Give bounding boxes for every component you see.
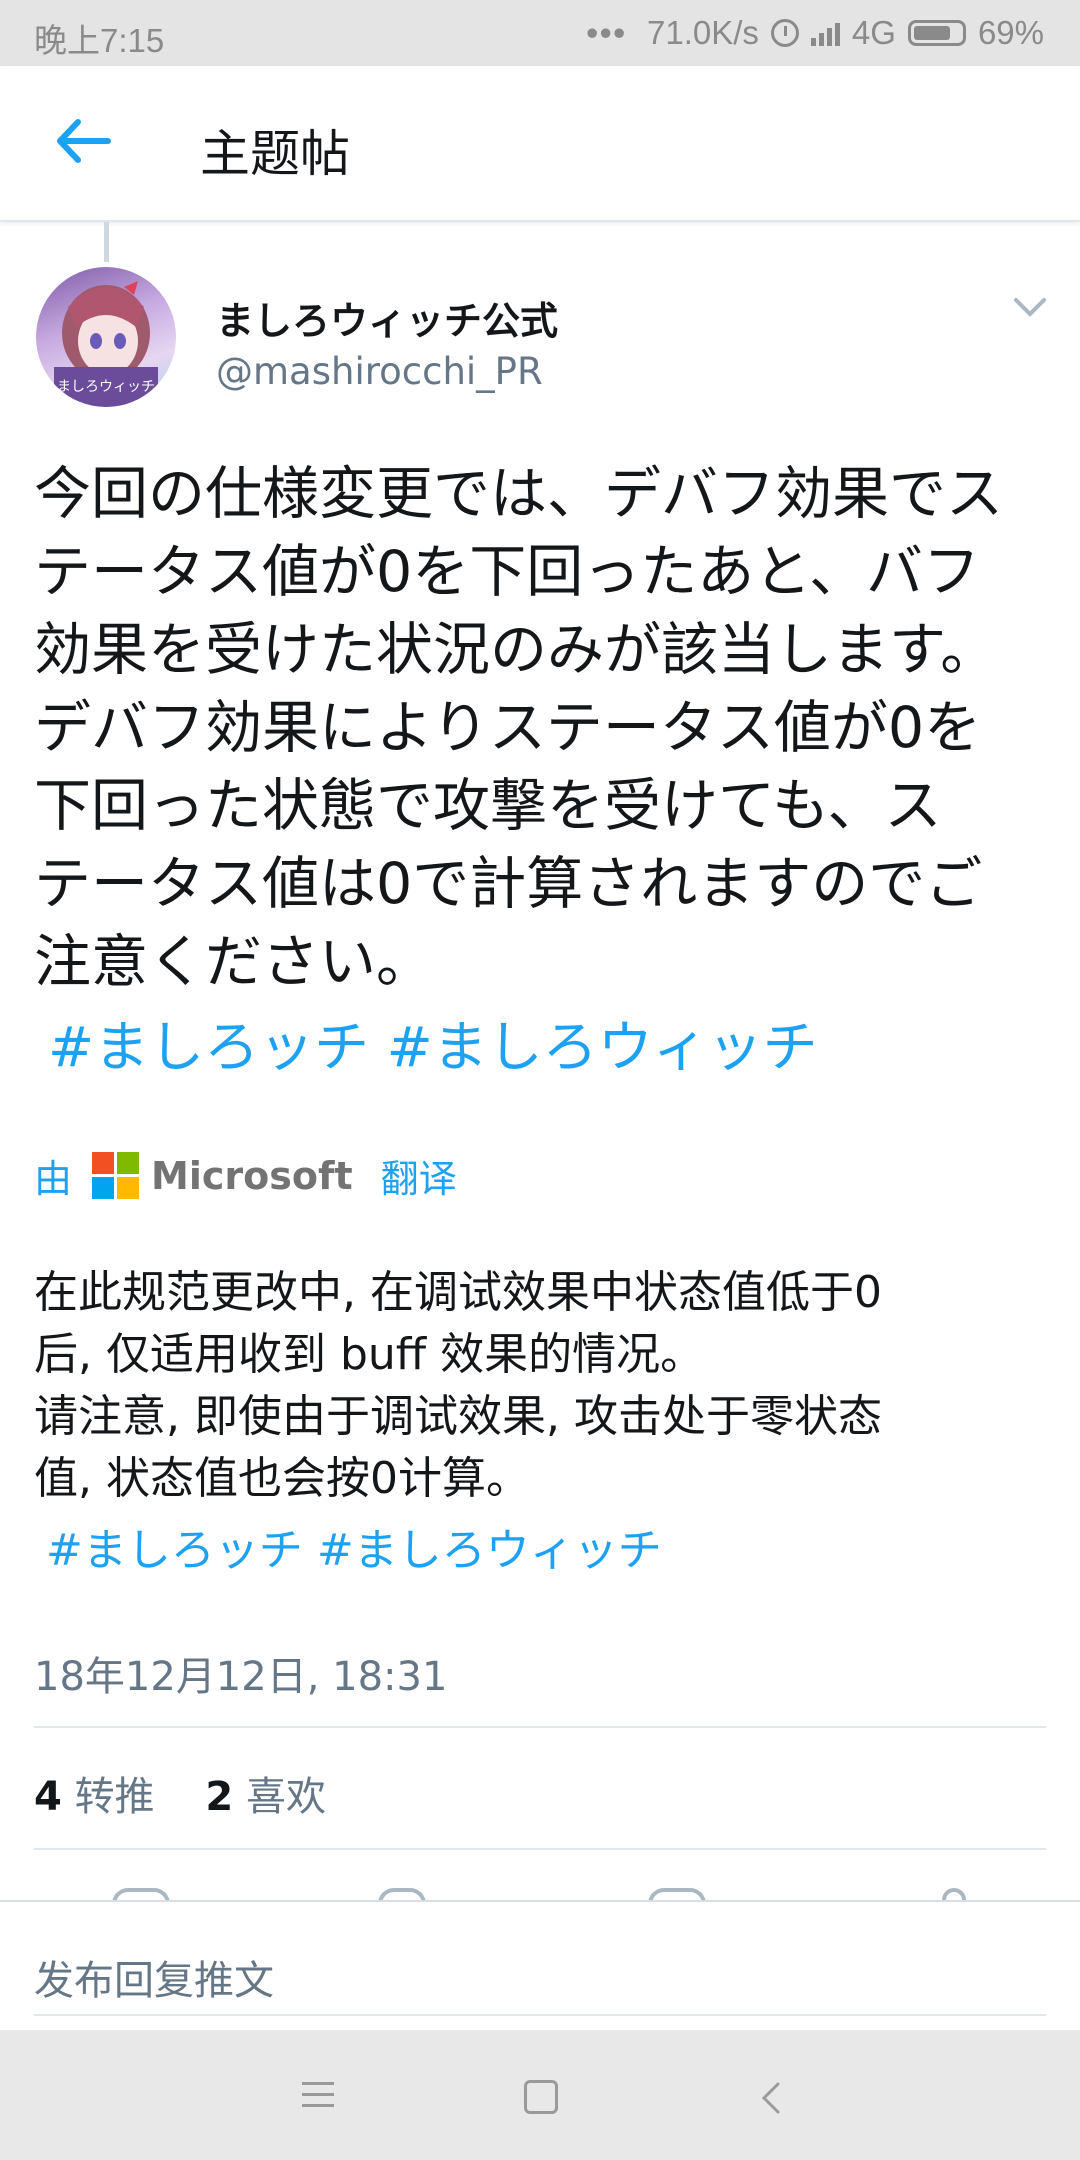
menu-icon[interactable]	[302, 2082, 334, 2115]
divider	[34, 1848, 1046, 1850]
app-header: 主题帖	[0, 66, 1080, 222]
translation-by-label: 由	[34, 1157, 73, 1201]
net-speed: 71.0K/s	[646, 14, 759, 51]
reply-input[interactable]: 发布回复推文	[34, 1948, 274, 2006]
thread-connector-line	[104, 222, 109, 262]
tweet-text: 今回の仕様変更では、デバフ効果でス テータス値が0を下回ったあと、バフ 効果を受…	[34, 455, 1054, 1001]
display-name[interactable]: ましろウィッチ公式	[216, 290, 558, 345]
engagement-stats: 4 转推 2 喜欢	[34, 1764, 326, 1822]
like-label[interactable]: 喜欢	[246, 1774, 326, 1820]
translated-text-line: 后, 仅适用收到 buff 效果的情况。	[34, 1329, 705, 1380]
avatar[interactable]: ましろウィッチ	[36, 267, 176, 407]
hashtag-links[interactable]: #ましろッチ #ましろウィッチ	[48, 1002, 818, 1082]
tweet-text-line: 今回の仕様変更では、デバフ効果でス	[34, 461, 1003, 527]
more-dots-icon: •••	[586, 14, 627, 51]
translation-provider: Microsoft	[151, 1153, 353, 1198]
microsoft-logo-icon	[92, 1152, 140, 1199]
tweet-timestamp: 18年12月12日, 18:31	[34, 1654, 448, 1700]
translation-attribution: 由 Microsoft 翻译	[34, 1148, 457, 1203]
battery-percent: 69%	[977, 14, 1044, 51]
tweet-text-line: 下回った状態で攻撃を受けても、ス	[34, 773, 942, 839]
alarm-icon	[770, 19, 799, 47]
battery-icon	[907, 20, 966, 46]
divider	[34, 1726, 1046, 1728]
back-arrow-icon[interactable]	[52, 116, 112, 166]
translated-text-line: 在此规范更改中, 在调试效果中状态值低于0	[34, 1267, 882, 1318]
tweet-text-line: 注意ください。	[34, 929, 433, 995]
reply-composer[interactable]: 发布回复推文	[0, 1900, 1080, 2032]
retweet-count[interactable]: 4	[34, 1774, 62, 1820]
tweet-text-line: 効果を受けた状況のみが該当します。	[34, 617, 998, 683]
status-bar: 晚上7:15 ••• 71.0K/s 4G 69%	[0, 0, 1080, 66]
system-nav-bar	[0, 2030, 1080, 2160]
user-handle[interactable]: @mashirocchi_PR	[216, 350, 543, 393]
like-count[interactable]: 2	[205, 1774, 233, 1820]
page-title: 主题帖	[200, 125, 350, 183]
retweet-label[interactable]: 转推	[75, 1774, 155, 1820]
chevron-down-icon[interactable]	[1010, 292, 1050, 322]
translated-text: 在此规范更改中, 在调试效果中状态值低于0 后, 仅适用收到 buff 效果的情…	[34, 1262, 1054, 1510]
tweet-text-line: テータス値が0を下回ったあと、バフ	[34, 539, 980, 605]
translated-hashtag-links[interactable]: #ましろッチ #ましろウィッチ	[46, 1514, 662, 1578]
tweet-text-line: デバフ効果によりステータス値が0を	[34, 695, 982, 761]
svg-text:ましろウィッチ: ましろウィッチ	[57, 379, 155, 395]
reply-underline	[34, 2014, 1046, 2016]
home-icon[interactable]	[524, 2080, 558, 2114]
status-time: 晚上7:15	[34, 22, 165, 59]
avatar-illustration-icon: ましろウィッチ	[54, 281, 158, 407]
nav-back-icon[interactable]	[756, 2080, 786, 2116]
translated-text-line: 值, 状态值也会按0计算。	[34, 1453, 530, 1504]
tweet-text-line: テータス値は0で計算されますのでご	[34, 851, 983, 917]
translate-link[interactable]: 翻译	[381, 1148, 457, 1203]
signal-icon	[810, 20, 840, 46]
translated-text-line: 请注意, 即使由于调试效果, 攻击处于零状态	[34, 1391, 882, 1442]
network-type: 4G	[851, 14, 896, 51]
